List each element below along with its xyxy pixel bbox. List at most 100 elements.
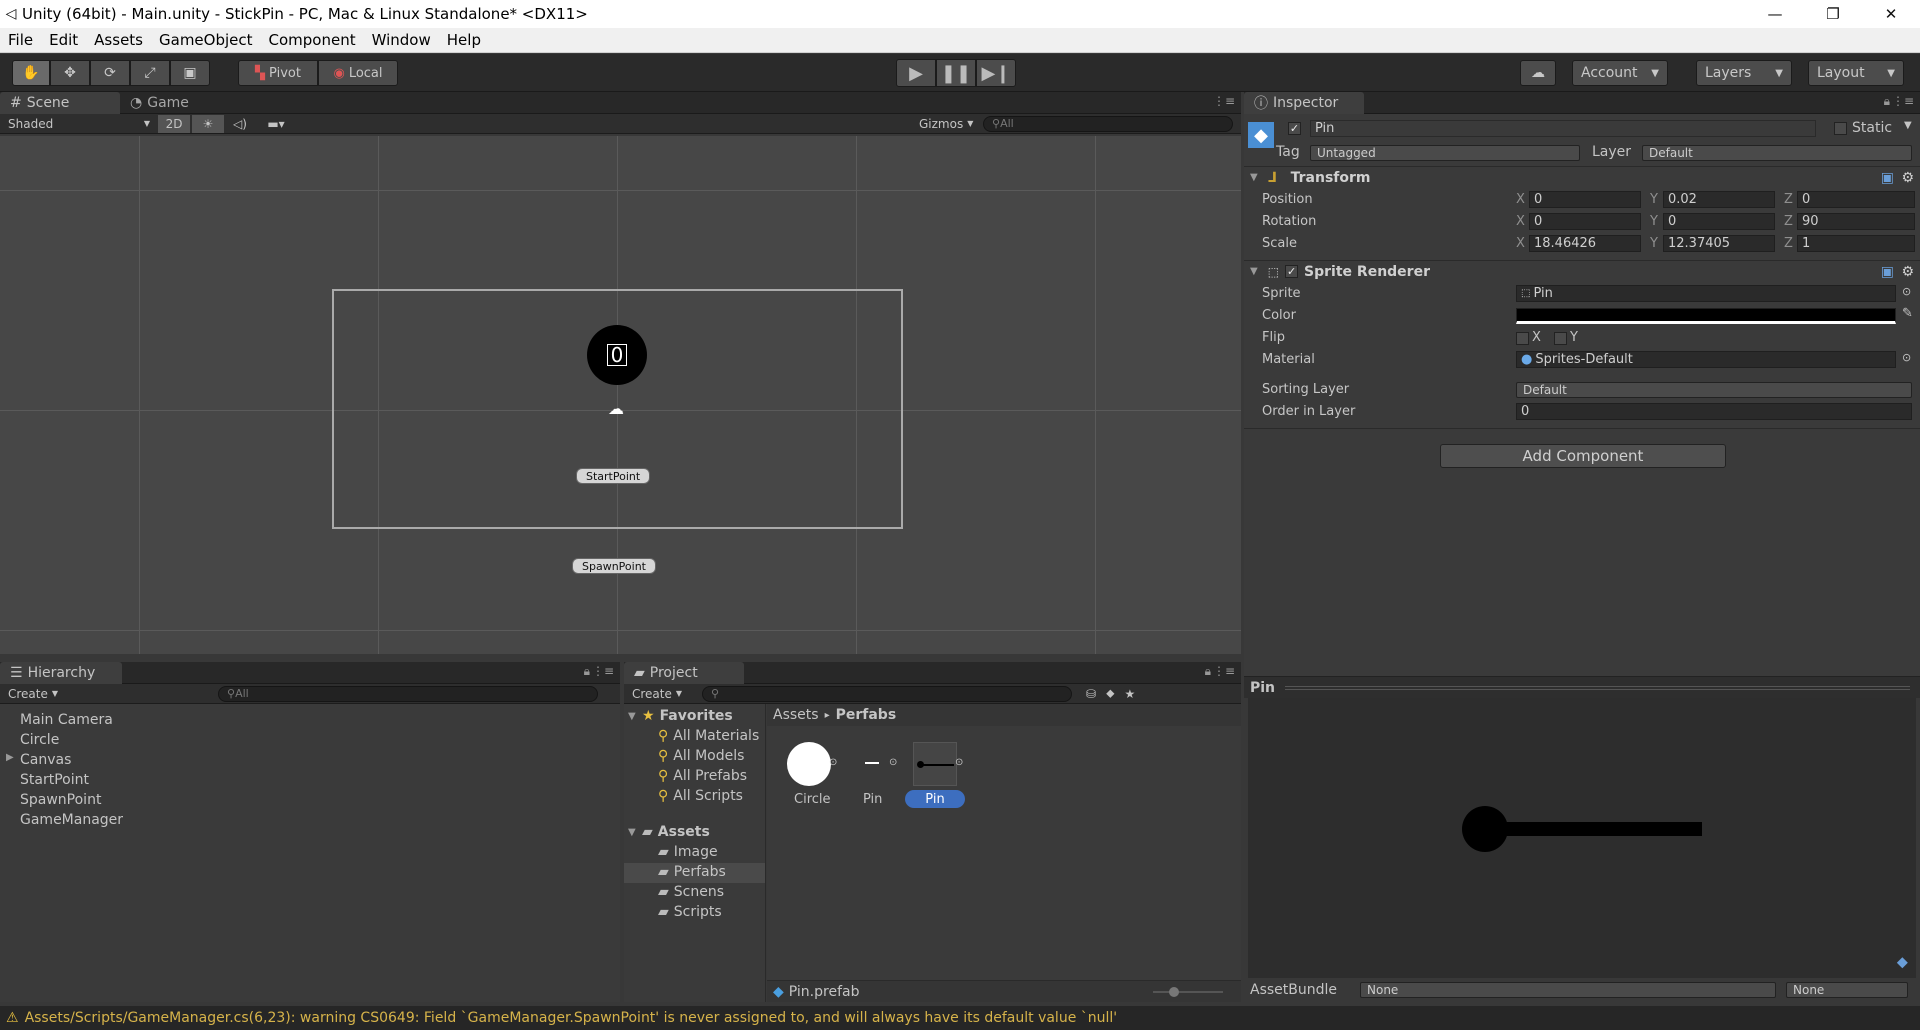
lighting-icon[interactable]: ☀ <box>192 114 224 133</box>
flip-y-checkbox[interactable] <box>1554 332 1567 345</box>
startpoint-label[interactable]: StartPoint <box>576 468 651 484</box>
move-tool-icon[interactable]: ✥ <box>50 60 90 86</box>
layer-dropdown[interactable]: Default <box>1642 145 1912 161</box>
close-button[interactable]: ✕ <box>1862 0 1920 28</box>
local-button[interactable]: ◉ Local <box>318 60 398 86</box>
rotation-y-field[interactable]: 0 <box>1663 213 1775 230</box>
asset-bundle-dropdown[interactable]: None <box>1360 982 1776 998</box>
foldout-icon[interactable]: ▼ <box>1250 266 1258 277</box>
menu-component[interactable]: Component <box>261 31 364 49</box>
circle-asset-thumbnail[interactable] <box>787 742 831 786</box>
breadcrumb-perfabs[interactable]: Perfabs <box>836 707 897 723</box>
position-y-field[interactable]: 0.02 <box>1663 191 1775 208</box>
add-component-button[interactable]: Add Component <box>1440 444 1726 468</box>
eyedropper-icon[interactable]: ✎ <box>1902 306 1913 321</box>
lock-icon[interactable]: 🔒︎ <box>1884 94 1890 109</box>
minimize-button[interactable]: — <box>1746 0 1804 28</box>
sprite-field[interactable]: ⬚ Pin <box>1516 285 1896 302</box>
asset-play-icon[interactable]: ⊙ <box>955 757 963 768</box>
order-in-layer-field[interactable]: 0 <box>1516 403 1912 420</box>
folder-item-image[interactable]: ▰ Image <box>658 844 718 860</box>
chevron-down-icon[interactable]: ▼ <box>1904 120 1912 131</box>
scene-view[interactable]: 0 ☁ StartPoint SpawnPoint <box>0 136 1241 654</box>
foldout-icon[interactable]: ▼ <box>1250 172 1258 183</box>
asset-label-pin-prefab-selected[interactable]: Pin <box>905 790 965 808</box>
hierarchy-search-input[interactable]: ⚲ All <box>218 685 598 702</box>
rotation-z-field[interactable]: 90 <box>1797 213 1915 230</box>
tab-project[interactable]: ▰ Project <box>624 662 744 684</box>
asset-bundle-variant-dropdown[interactable]: None <box>1786 982 1908 998</box>
project-create-dropdown[interactable]: Create ▼ <box>624 687 694 701</box>
foldout-icon[interactable]: ▼ <box>628 711 636 722</box>
scale-x-field[interactable]: 18.46426 <box>1529 235 1641 252</box>
lock-icon[interactable]: 🔒︎ <box>584 664 590 679</box>
help-book-icon[interactable]: ▣ <box>1881 264 1894 280</box>
rotation-x-field[interactable]: 0 <box>1529 213 1641 230</box>
cloud-icon[interactable]: ☁ <box>1520 60 1556 86</box>
play-icon[interactable]: ▶ <box>896 59 936 87</box>
sprite-renderer-enabled-checkbox[interactable]: ✓ <box>1285 265 1299 278</box>
layout-dropdown[interactable]: Layout ▼ <box>1808 60 1904 86</box>
panel-menu-icon[interactable]: ⋮≡ <box>1892 94 1914 108</box>
favorite-item-all-prefabs[interactable]: ⚲ All Prefabs <box>658 768 747 784</box>
pause-icon[interactable]: ❚❚ <box>936 59 976 87</box>
transform-header[interactable]: ▼ ⅃ Transform ▣ ⚙ <box>1244 166 1920 188</box>
favorite-item-all-scripts[interactable]: ⚲ All Scripts <box>658 788 743 804</box>
hierarchy-item-main-camera[interactable]: Main Camera <box>20 712 113 728</box>
camera-icon[interactable]: ☁ <box>608 399 624 418</box>
tab-hierarchy[interactable]: ☰ Hierarchy <box>0 662 122 684</box>
hierarchy-item-spawnpoint[interactable]: SpawnPoint <box>20 792 101 808</box>
filter-label-icon[interactable]: ⬥ <box>1106 686 1114 701</box>
step-icon[interactable]: ▶❙ <box>976 59 1016 87</box>
tag-dropdown[interactable]: Untagged <box>1310 145 1580 161</box>
panel-menu-icon[interactable]: ⋮≡ <box>1213 94 1235 108</box>
folder-item-scnens[interactable]: ▰ Scnens <box>658 884 724 900</box>
favorite-item-all-models[interactable]: ⚲ All Models <box>658 748 744 764</box>
help-book-icon[interactable]: ▣ <box>1881 170 1894 186</box>
hierarchy-item-circle[interactable]: Circle <box>20 732 59 748</box>
label-tag-icon[interactable]: ⬥ <box>1897 952 1908 972</box>
thumbnail-size-slider[interactable] <box>1153 986 1223 997</box>
toggle-2d-button[interactable]: 2D <box>158 114 190 133</box>
tab-game[interactable]: ◔ Game <box>120 92 220 114</box>
active-checkbox[interactable]: ✓ <box>1288 122 1301 135</box>
scene-search-input[interactable]: ⚲ All <box>983 115 1233 132</box>
preview-drag-handle[interactable] <box>1285 685 1910 690</box>
color-swatch[interactable] <box>1516 308 1896 324</box>
rect-tool-icon[interactable]: ▣ <box>170 60 210 86</box>
layers-dropdown[interactable]: Layers ▼ <box>1696 60 1792 86</box>
preview-header[interactable]: Pin <box>1244 676 1920 698</box>
scale-tool-icon[interactable]: ⤢ <box>130 60 170 86</box>
breadcrumb-assets[interactable]: Assets <box>773 707 819 723</box>
flip-x-checkbox[interactable] <box>1516 332 1529 345</box>
hand-tool-icon[interactable]: ✋ <box>12 60 50 86</box>
console-status-bar[interactable]: ⚠ Assets/Scripts/GameManager.cs(6,23): w… <box>0 1006 1920 1030</box>
object-name-field[interactable]: Pin <box>1310 120 1816 137</box>
shading-dropdown[interactable]: Shaded ▼ <box>0 117 158 131</box>
material-field[interactable]: ● Sprites-Default <box>1516 351 1896 368</box>
hierarchy-item-gamemanager[interactable]: GameManager <box>20 812 123 828</box>
menu-gameobject[interactable]: GameObject <box>151 31 261 49</box>
favorites-header[interactable]: ★ Favorites <box>642 708 733 724</box>
menu-edit[interactable]: Edit <box>41 31 86 49</box>
hierarchy-item-startpoint[interactable]: StartPoint <box>20 772 89 788</box>
tab-scene[interactable]: # Scene <box>0 92 120 114</box>
slider-thumb[interactable] <box>1169 986 1179 997</box>
favorite-item-all-materials[interactable]: ⚲ All Materials <box>658 728 759 744</box>
object-picker-icon[interactable]: ⊙ <box>1902 351 1911 364</box>
tab-inspector[interactable]: ⓘ Inspector <box>1244 92 1364 114</box>
audio-icon[interactable]: ◁) <box>224 117 256 131</box>
account-dropdown[interactable]: Account ▼ <box>1572 60 1668 86</box>
project-search-input[interactable]: ⚲ <box>702 685 1072 702</box>
pin-sprite-thumbnail[interactable] <box>865 762 879 764</box>
menu-assets[interactable]: Assets <box>86 31 151 49</box>
position-x-field[interactable]: 0 <box>1529 191 1641 208</box>
favorite-star-icon[interactable]: ★ <box>1124 687 1135 701</box>
foldout-icon[interactable]: ▼ <box>628 827 636 838</box>
sprite-renderer-header[interactable]: ▼ ⬚ ✓ Sprite Renderer ▣ ⚙ <box>1244 260 1920 282</box>
position-z-field[interactable]: 0 <box>1797 191 1915 208</box>
hierarchy-item-canvas[interactable]: Canvas <box>20 752 71 768</box>
panel-menu-icon[interactable]: ⋮≡ <box>1213 664 1235 678</box>
sorting-layer-dropdown[interactable]: Default <box>1516 382 1912 398</box>
scale-z-field[interactable]: 1 <box>1797 235 1915 252</box>
